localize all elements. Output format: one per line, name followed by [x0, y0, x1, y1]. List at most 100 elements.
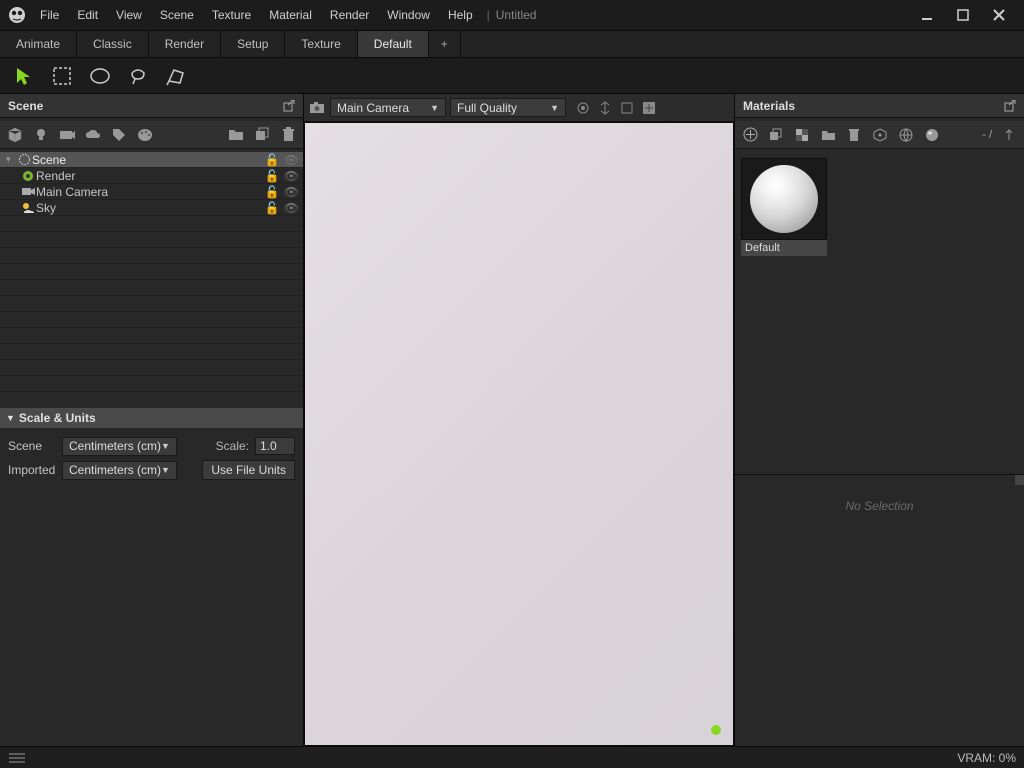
imported-unit-label: Imported: [8, 463, 56, 477]
scene-unit-dropdown[interactable]: Centimeters (cm)▼: [62, 437, 177, 456]
material-label: Default: [741, 240, 827, 256]
menu-view[interactable]: View: [108, 4, 150, 26]
materials-panel-header[interactable]: Materials: [735, 94, 1024, 118]
collapse-icon[interactable]: ▼: [6, 413, 15, 423]
move-tool[interactable]: [10, 62, 38, 90]
marquee-tool[interactable]: [48, 62, 76, 90]
tree-node-camera[interactable]: Main Camera 🔓👁: [0, 184, 303, 200]
layout-texture[interactable]: Texture: [285, 31, 357, 57]
use-file-units-button[interactable]: Use File Units: [202, 460, 295, 480]
trash-icon[interactable]: [279, 126, 297, 144]
lock-icon[interactable]: 🔓: [265, 169, 280, 183]
snapshot-icon[interactable]: [308, 99, 326, 117]
layout-add-button[interactable]: +: [429, 31, 461, 57]
scene-tree[interactable]: ▾ Scene 🔓👁 Render 🔓👁 Main Camera 🔓👁 Sky …: [0, 152, 303, 405]
folder-icon[interactable]: [819, 126, 837, 144]
material-item-default[interactable]: Default: [741, 158, 827, 256]
menu-edit[interactable]: Edit: [69, 4, 106, 26]
cloud-icon[interactable]: [84, 126, 102, 144]
menu-help[interactable]: Help: [440, 4, 481, 26]
eye-icon[interactable]: 👁: [284, 169, 299, 183]
layout-classic[interactable]: Classic: [77, 31, 149, 57]
eye-icon[interactable]: 👁: [284, 153, 299, 167]
materials-grid[interactable]: Default: [735, 152, 1024, 471]
globe-icon[interactable]: [897, 126, 915, 144]
scale-label: Scale:: [216, 439, 249, 453]
scene-panel-title: Scene: [8, 99, 43, 113]
tree-label: Sky: [36, 201, 56, 215]
lock-icon[interactable]: 🔓: [265, 185, 280, 199]
maximize-button[interactable]: [950, 4, 976, 26]
duplicate-icon[interactable]: [253, 126, 271, 144]
sky-icon: [20, 201, 36, 215]
assign-icon[interactable]: [871, 126, 889, 144]
scale-units-header[interactable]: ▼ Scale & Units: [0, 408, 303, 428]
add-icon[interactable]: [741, 126, 759, 144]
section-title: Scale & Units: [19, 411, 96, 425]
menu-file[interactable]: File: [32, 4, 67, 26]
close-button[interactable]: [986, 4, 1012, 26]
scene-unit-label: Scene: [8, 439, 56, 453]
materials-title: Materials: [743, 99, 795, 113]
tag-icon[interactable]: [110, 126, 128, 144]
polygon-tool[interactable]: [162, 62, 190, 90]
viewport-expand-icon[interactable]: [640, 99, 658, 117]
viewport-canvas[interactable]: [304, 122, 734, 746]
duplicate-icon[interactable]: [767, 126, 785, 144]
tree-node-render[interactable]: Render 🔓 👁: [0, 168, 303, 184]
tree-label: Scene: [32, 153, 66, 167]
lock-icon[interactable]: 🔓: [265, 201, 280, 215]
tools-strip: [0, 58, 1024, 94]
ellipse-tool[interactable]: [86, 62, 114, 90]
console-icon[interactable]: [8, 749, 26, 767]
menu-render[interactable]: Render: [322, 4, 377, 26]
layout-setup[interactable]: Setup: [221, 31, 285, 57]
eye-icon[interactable]: 👁: [284, 185, 299, 199]
layout-animate[interactable]: Animate: [0, 31, 77, 57]
camera-icon[interactable]: [58, 126, 76, 144]
camera-node-icon: [20, 185, 36, 199]
main-menu: File Edit View Scene Texture Material Re…: [32, 4, 481, 26]
properties-panel: ▼ Scale & Units Scene Centimeters (cm)▼ …: [0, 408, 303, 746]
menu-window[interactable]: Window: [379, 4, 438, 26]
menu-material[interactable]: Material: [261, 4, 320, 26]
quality-dropdown[interactable]: Full Quality▼: [450, 98, 566, 117]
trash-icon[interactable]: [845, 126, 863, 144]
cube-icon[interactable]: [6, 126, 24, 144]
inspector-panel: No Selection: [735, 474, 1024, 746]
palette-icon[interactable]: [136, 126, 154, 144]
checker-icon[interactable]: [793, 126, 811, 144]
viewport-split-icon[interactable]: [596, 99, 614, 117]
eye-icon[interactable]: 👁: [284, 201, 299, 215]
zoom-icon[interactable]: [1000, 126, 1018, 144]
popout-icon[interactable]: [283, 100, 295, 112]
title-separator: |: [487, 8, 490, 22]
material-preview: [741, 158, 827, 240]
tree-label: Render: [36, 169, 75, 183]
tree-node-sky[interactable]: Sky 🔓 👁: [0, 200, 303, 216]
layout-render[interactable]: Render: [149, 31, 221, 57]
layout-default[interactable]: Default: [358, 31, 429, 57]
scale-input[interactable]: 1.0: [255, 437, 295, 455]
layout-tabs: Animate Classic Render Setup Texture Def…: [0, 30, 1024, 58]
scene-toolbar: [0, 121, 303, 149]
menu-texture[interactable]: Texture: [204, 4, 259, 26]
lock-icon[interactable]: 🔓: [265, 153, 280, 167]
viewport-frame-icon[interactable]: [618, 99, 636, 117]
expand-icon[interactable]: ▾: [6, 154, 16, 165]
sphere-icon[interactable]: [923, 126, 941, 144]
imported-unit-dropdown[interactable]: Centimeters (cm)▼: [62, 461, 177, 480]
camera-dropdown[interactable]: Main Camera▼: [330, 98, 446, 117]
material-counter: - /: [982, 129, 992, 141]
menu-scene[interactable]: Scene: [152, 4, 202, 26]
scene-panel-header[interactable]: Scene: [0, 94, 303, 118]
folder-icon[interactable]: [227, 126, 245, 144]
minimize-button[interactable]: [914, 4, 940, 26]
no-selection-label: No Selection: [845, 499, 913, 513]
scrollbar-stub[interactable]: [1015, 475, 1024, 485]
popout-icon[interactable]: [1004, 100, 1016, 112]
tree-node-scene[interactable]: ▾ Scene 🔓 👁: [0, 152, 303, 168]
viewport-settings-icon[interactable]: [574, 99, 592, 117]
lasso-tool[interactable]: [124, 62, 152, 90]
bulb-icon[interactable]: [32, 126, 50, 144]
